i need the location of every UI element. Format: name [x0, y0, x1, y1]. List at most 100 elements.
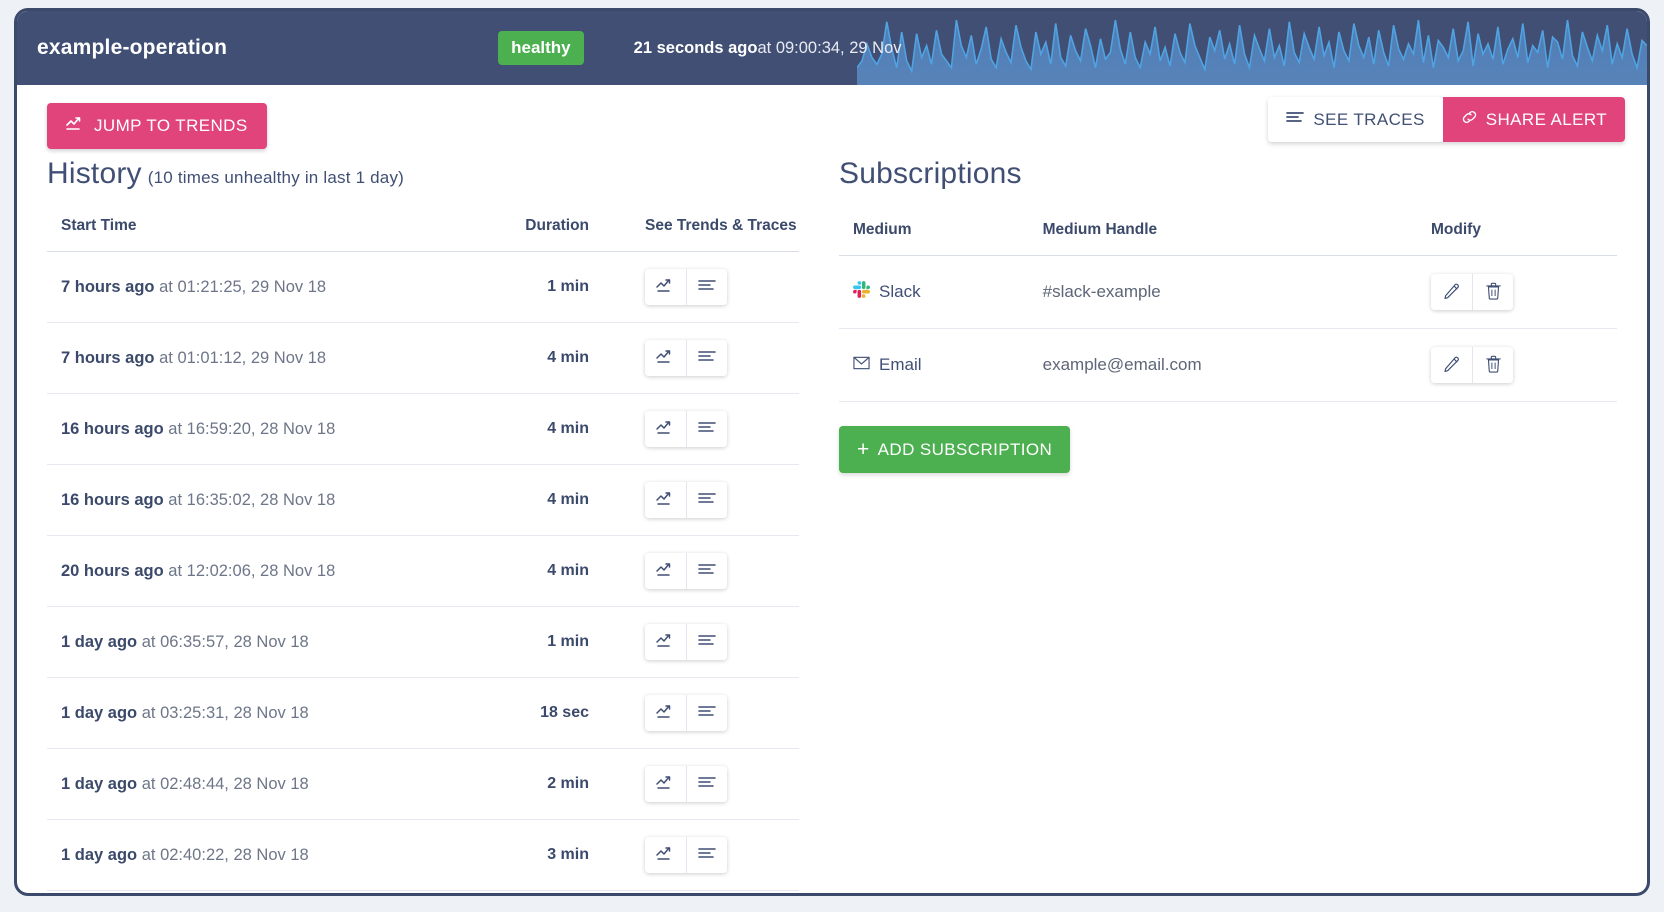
history-row-actions	[619, 890, 799, 893]
trash-icon	[1485, 282, 1502, 303]
link-icon	[1461, 109, 1478, 130]
history-row-actions	[619, 819, 799, 891]
history-duration: 4 min	[463, 535, 619, 607]
history-duration: 2 min	[463, 890, 619, 893]
add-subscription-button[interactable]: + ADD SUBSCRIPTION	[839, 426, 1071, 473]
col-duration: Duration	[463, 217, 619, 252]
view-traces-button[interactable]	[686, 766, 727, 802]
table-row: 16 hours ago at 16:59:20, 28 Nov 18 4 min	[47, 393, 799, 465]
trend-up-icon	[655, 491, 676, 509]
view-trends-button[interactable]	[645, 695, 686, 731]
row-action-group	[645, 695, 727, 731]
history-row-actions	[619, 251, 799, 323]
history-absolute-time: at 06:35:57, 28 Nov 18	[141, 632, 309, 651]
subscription-medium-label: Slack	[879, 282, 921, 301]
row-action-group	[645, 411, 727, 447]
history-row-actions	[619, 606, 799, 678]
share-alert-button[interactable]: SHARE ALERT	[1442, 97, 1625, 142]
delete-subscription-button[interactable]	[1472, 274, 1513, 310]
view-traces-button[interactable]	[686, 837, 727, 873]
view-traces-button[interactable]	[686, 269, 727, 305]
header-button-group: SEE TRACES SHARE ALERT	[1268, 97, 1625, 142]
align-left-icon	[697, 492, 717, 509]
row-action-group	[645, 766, 727, 802]
view-traces-button[interactable]	[686, 482, 727, 518]
view-trends-button[interactable]	[645, 624, 686, 660]
view-trends-button[interactable]	[645, 482, 686, 518]
view-trends-button[interactable]	[645, 553, 686, 589]
table-row: Email example@email.com	[839, 328, 1617, 402]
history-duration: 4 min	[463, 464, 619, 536]
health-sparkline	[857, 11, 1647, 85]
table-row: 1 day ago at 02:40:22, 28 Nov 18 3 min	[47, 819, 799, 891]
history-table-body: 7 hours ago at 01:21:25, 29 Nov 18 1 min 7…	[47, 251, 799, 893]
view-traces-button[interactable]	[686, 695, 727, 731]
history-subtitle: (10 times unhealthy in last 1 day)	[147, 168, 405, 187]
align-left-icon	[697, 847, 717, 864]
edit-subscription-button[interactable]	[1431, 274, 1472, 310]
table-row: 1 day ago at 03:25:31, 28 Nov 18 18 sec	[47, 677, 799, 749]
view-trends-button[interactable]	[645, 411, 686, 447]
see-traces-button[interactable]: SEE TRACES	[1268, 97, 1443, 142]
history-absolute-time: at 03:25:31, 28 Nov 18	[141, 703, 309, 722]
history-absolute-time: at 01:01:12, 29 Nov 18	[159, 348, 327, 367]
history-duration: 1 min	[463, 606, 619, 678]
view-trends-button[interactable]	[645, 340, 686, 376]
history-start-time: 16 hours ago at 16:35:02, 28 Nov 18	[47, 464, 464, 536]
delete-subscription-button[interactable]	[1472, 347, 1513, 383]
history-absolute-time: at 02:40:22, 28 Nov 18	[141, 845, 309, 864]
modify-action-group	[1431, 274, 1513, 310]
sparkline-svg	[857, 19, 1647, 85]
history-relative-time: 7 hours ago	[61, 348, 155, 367]
subscription-row-actions	[1417, 328, 1617, 402]
history-duration: 18 sec	[463, 677, 619, 749]
history-relative-time: 16 hours ago	[61, 490, 164, 509]
edit-subscription-button[interactable]	[1431, 347, 1472, 383]
trend-up-icon	[655, 420, 676, 438]
table-row: 1 day ago at 24:23:17, 28 Nov 182 min	[47, 890, 799, 893]
page-header: example-operation healthy 21 seconds ago…	[17, 11, 1647, 85]
history-row-actions	[619, 393, 799, 465]
history-row-actions	[619, 535, 799, 607]
view-trends-button[interactable]	[645, 766, 686, 802]
row-action-group	[645, 340, 727, 376]
row-action-group	[645, 482, 727, 518]
history-start-time: 1 day ago at 06:35:57, 28 Nov 18	[47, 606, 464, 678]
jump-to-trends-button[interactable]: JUMP TO TRENDS	[47, 103, 267, 149]
subscriptions-title: Subscriptions	[839, 157, 1022, 190]
col-modify: Modify	[1417, 221, 1617, 256]
trend-up-icon	[655, 349, 676, 367]
history-duration: 4 min	[463, 322, 619, 394]
history-row-actions	[619, 677, 799, 749]
view-traces-button[interactable]	[686, 411, 727, 447]
align-left-icon	[697, 776, 717, 793]
alert-detail-card: example-operation healthy 21 seconds ago…	[14, 8, 1650, 896]
col-medium: Medium	[839, 221, 1019, 256]
view-traces-button[interactable]	[686, 553, 727, 589]
trend-up-icon	[655, 562, 676, 580]
history-absolute-time: at 16:59:20, 28 Nov 18	[168, 419, 336, 438]
history-absolute-time: at 02:48:44, 28 Nov 18	[141, 774, 309, 793]
status-badge: healthy	[498, 31, 584, 65]
slack-icon	[853, 281, 870, 303]
page-content: History (10 times unhealthy in last 1 da…	[17, 157, 1647, 893]
view-trends-button[interactable]	[645, 837, 686, 873]
table-row: 20 hours ago at 12:02:06, 28 Nov 18 4 min	[47, 535, 799, 607]
history-start-time: 1 day ago at 03:25:31, 28 Nov 18	[47, 677, 464, 749]
subscriptions-table-body: Slack #slack-example Email example@email.co…	[839, 255, 1617, 402]
view-traces-button[interactable]	[686, 340, 727, 376]
subscriptions-heading: Subscriptions	[839, 157, 1617, 191]
view-traces-button[interactable]	[686, 624, 727, 660]
time-relative: 21 seconds ago	[633, 38, 758, 57]
jump-to-trends-label: JUMP TO TRENDS	[94, 116, 248, 135]
time-absolute: at 09:00:34, 29 Nov	[757, 38, 902, 57]
row-action-group	[645, 553, 727, 589]
subscription-medium-label: Email	[879, 355, 922, 374]
view-trends-button[interactable]	[645, 269, 686, 305]
modify-action-group	[1431, 347, 1513, 383]
add-subscription-label: ADD SUBSCRIPTION	[877, 439, 1053, 459]
history-start-time: 20 hours ago at 12:02:06, 28 Nov 18	[47, 535, 464, 607]
history-absolute-time: at 01:21:25, 29 Nov 18	[159, 277, 327, 296]
history-table: Start Time Duration See Trends & Traces …	[47, 217, 799, 893]
pencil-icon	[1443, 282, 1461, 303]
